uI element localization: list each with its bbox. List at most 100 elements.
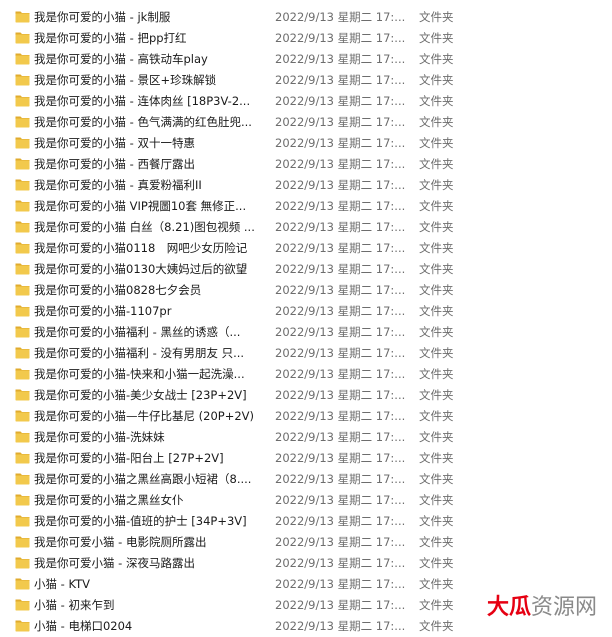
- file-row[interactable]: 我是你可爱的小猫-洗妹妹 2022/9/13 星期二 17:... 文件夹: [0, 427, 612, 448]
- file-name[interactable]: 我是你可爱的小猫0828七夕会员: [34, 282, 266, 298]
- file-modified-date: 2022/9/13 星期二 17:...: [275, 556, 405, 570]
- folder-icon: [15, 473, 30, 485]
- file-name[interactable]: 我是你可爱的小猫0118 网吧少女历险记: [34, 240, 266, 256]
- file-name[interactable]: 我是你可爱的小猫 - jk制服: [34, 9, 266, 25]
- file-modified-date: 2022/9/13 星期二 17:...: [275, 367, 405, 381]
- file-row[interactable]: 我是你可爱小猫 - 电影院厕所露出 2022/9/13 星期二 17:... 文件夹: [0, 532, 612, 553]
- file-name[interactable]: 我是你可爱的小猫 - 双十一特惠: [34, 135, 266, 151]
- file-name[interactable]: 我是你可爱的小猫之黑丝高跟小短裙（8....: [34, 471, 266, 487]
- file-type: 文件夹: [419, 178, 454, 192]
- file-row[interactable]: 我是你可爱的小猫 VIP視圖10套 無修正... 2022/9/13 星期二 17…: [0, 196, 612, 217]
- file-type: 文件夹: [419, 598, 454, 612]
- folder-icon: [15, 74, 30, 86]
- folder-icon: [15, 179, 30, 191]
- file-name[interactable]: 我是你可爱的小猫-1107pr: [34, 303, 266, 319]
- file-name[interactable]: 我是你可爱的小猫福利 - 没有男朋友 只...: [34, 345, 266, 361]
- folder-icon: [15, 242, 30, 254]
- file-row[interactable]: 我是你可爱的小猫 - 真爱粉福利II 2022/9/13 星期二 17:... 文件…: [0, 175, 612, 196]
- file-row[interactable]: 我是你可爱的小猫 - 把pp打红 2022/9/13 星期二 17:... 文件夹: [0, 28, 612, 49]
- file-row[interactable]: 我是你可爱的小猫福利 - 没有男朋友 只... 2022/9/13 星期二 17:…: [0, 343, 612, 364]
- file-row[interactable]: 我是你可爱的小猫 - jk制服 2022/9/13 星期二 17:... 文件夹: [0, 7, 612, 28]
- file-name[interactable]: 小猫 - KTV: [34, 576, 266, 592]
- folder-icon: [15, 578, 30, 590]
- file-modified-date: 2022/9/13 星期二 17:...: [275, 535, 405, 549]
- file-modified-date: 2022/9/13 星期二 17:...: [275, 472, 405, 486]
- folder-icon: [15, 389, 30, 401]
- file-row[interactable]: 我是你可爱的小猫—牛仔比基尼 (20P+2V) 2022/9/13 星期二 17:…: [0, 406, 612, 427]
- file-name[interactable]: 我是你可爱的小猫之黑丝女仆: [34, 492, 266, 508]
- file-row[interactable]: 我是你可爱小猫 - 深夜马路露出 2022/9/13 星期二 17:... 文件夹: [0, 553, 612, 574]
- folder-icon: [15, 95, 30, 107]
- file-modified-date: 2022/9/13 星期二 17:...: [275, 94, 405, 108]
- folder-icon: [15, 557, 30, 569]
- file-row[interactable]: 我是你可爱的小猫-阳台上 [27P+2V] 2022/9/13 星期二 17:..…: [0, 448, 612, 469]
- file-name[interactable]: 我是你可爱小猫 - 电影院厕所露出: [34, 534, 266, 550]
- folder-icon: [15, 431, 30, 443]
- file-row[interactable]: 我是你可爱的小猫 - 双十一特惠 2022/9/13 星期二 17:... 文件夹: [0, 133, 612, 154]
- file-type: 文件夹: [419, 472, 454, 486]
- file-name[interactable]: 我是你可爱的小猫-美少女战士 [23P+2V]: [34, 387, 266, 403]
- file-row[interactable]: 我是你可爱的小猫0828七夕会员 2022/9/13 星期二 17:... 文件夹: [0, 280, 612, 301]
- file-modified-date: 2022/9/13 星期二 17:...: [275, 157, 405, 171]
- file-row[interactable]: 我是你可爱的小猫之黑丝高跟小短裙（8.... 2022/9/13 星期二 17:.…: [0, 469, 612, 490]
- file-type: 文件夹: [419, 136, 454, 150]
- file-modified-date: 2022/9/13 星期二 17:...: [275, 325, 405, 339]
- file-row[interactable]: 我是你可爱的小猫-1107pr 2022/9/13 星期二 17:... 文件夹: [0, 301, 612, 322]
- file-modified-date: 2022/9/13 星期二 17:...: [275, 136, 405, 150]
- file-type: 文件夹: [419, 409, 454, 423]
- folder-icon: [15, 116, 30, 128]
- file-row[interactable]: 我是你可爱的小猫之黑丝女仆 2022/9/13 星期二 17:... 文件夹: [0, 490, 612, 511]
- file-name[interactable]: 我是你可爱小猫 - 深夜马路露出: [34, 555, 266, 571]
- file-row[interactable]: 小猫 - KTV 2022/9/13 星期二 17:... 文件夹: [0, 574, 612, 595]
- folder-icon: [15, 515, 30, 527]
- file-name[interactable]: 我是你可爱的小猫 VIP視圖10套 無修正...: [34, 198, 266, 214]
- file-row[interactable]: 我是你可爱的小猫 - 景区+珍珠解锁 2022/9/13 星期二 17:... 文件…: [0, 70, 612, 91]
- file-name[interactable]: 我是你可爱的小猫 - 连体肉丝 [18P3V-2...: [34, 93, 266, 109]
- file-modified-date: 2022/9/13 星期二 17:...: [275, 241, 405, 255]
- file-name[interactable]: 我是你可爱的小猫 - 色气满满的红色肚兜...: [34, 114, 266, 130]
- file-modified-date: 2022/9/13 星期二 17:...: [275, 346, 405, 360]
- file-row[interactable]: 我是你可爱的小猫-美少女战士 [23P+2V] 2022/9/13 星期二 17:…: [0, 385, 612, 406]
- file-name[interactable]: 我是你可爱的小猫 - 西餐厅露出: [34, 156, 266, 172]
- file-modified-date: 2022/9/13 星期二 17:...: [275, 409, 405, 423]
- file-modified-date: 2022/9/13 星期二 17:...: [275, 493, 405, 507]
- file-row[interactable]: 我是你可爱的小猫 - 连体肉丝 [18P3V-2... 2022/9/13 星期二…: [0, 91, 612, 112]
- file-modified-date: 2022/9/13 星期二 17:...: [275, 178, 405, 192]
- file-name[interactable]: 我是你可爱的小猫 - 高铁动车play: [34, 51, 266, 67]
- file-type: 文件夹: [419, 451, 454, 465]
- file-row[interactable]: 我是你可爱的小猫-值班的护士 [34P+3V] 2022/9/13 星期二 17:…: [0, 511, 612, 532]
- folder-icon: [15, 368, 30, 380]
- file-modified-date: 2022/9/13 星期二 17:...: [275, 31, 405, 45]
- file-row[interactable]: 我是你可爱的小猫 - 高铁动车play 2022/9/13 星期二 17:... 文…: [0, 49, 612, 70]
- file-name[interactable]: 我是你可爱的小猫-洗妹妹: [34, 429, 266, 445]
- file-row[interactable]: 我是你可爱的小猫 - 西餐厅露出 2022/9/13 星期二 17:... 文件夹: [0, 154, 612, 175]
- file-name[interactable]: 小猫 - 电梯口0204: [34, 618, 266, 634]
- file-name[interactable]: 我是你可爱的小猫0130大姨妈过后的欲望: [34, 261, 266, 277]
- file-row[interactable]: 我是你可爱的小猫-快来和小猫一起洗澡... 2022/9/13 星期二 17:..…: [0, 364, 612, 385]
- file-type: 文件夹: [419, 493, 454, 507]
- file-row[interactable]: 我是你可爱的小猫 白丝（8.21)图包视频 ... 2022/9/13 星期二 1…: [0, 217, 612, 238]
- file-type: 文件夹: [419, 52, 454, 66]
- file-row[interactable]: 我是你可爱的小猫 - 色气满满的红色肚兜... 2022/9/13 星期二 17:…: [0, 112, 612, 133]
- file-name[interactable]: 我是你可爱的小猫-阳台上 [27P+2V]: [34, 450, 266, 466]
- file-modified-date: 2022/9/13 星期二 17:...: [275, 115, 405, 129]
- file-type: 文件夹: [419, 325, 454, 339]
- file-type: 文件夹: [419, 262, 454, 276]
- file-name[interactable]: 我是你可爱的小猫 - 真爱粉福利II: [34, 177, 266, 193]
- file-row[interactable]: 我是你可爱的小猫0118 网吧少女历险记 2022/9/13 星期二 17:...…: [0, 238, 612, 259]
- file-name[interactable]: 我是你可爱的小猫-值班的护士 [34P+3V]: [34, 513, 266, 529]
- file-name[interactable]: 我是你可爱的小猫 白丝（8.21)图包视频 ...: [34, 219, 266, 235]
- file-name[interactable]: 我是你可爱的小猫—牛仔比基尼 (20P+2V): [34, 408, 266, 424]
- file-name[interactable]: 我是你可爱的小猫福利 - 黑丝的诱惑（...: [34, 324, 266, 340]
- file-type: 文件夹: [419, 31, 454, 45]
- file-name[interactable]: 我是你可爱的小猫 - 景区+珍珠解锁: [34, 72, 266, 88]
- file-row[interactable]: 我是你可爱的小猫福利 - 黑丝的诱惑（... 2022/9/13 星期二 17:.…: [0, 322, 612, 343]
- file-modified-date: 2022/9/13 星期二 17:...: [275, 52, 405, 66]
- file-type: 文件夹: [419, 220, 454, 234]
- file-name[interactable]: 我是你可爱的小猫-快来和小猫一起洗澡...: [34, 366, 266, 382]
- file-list: 我是你可爱的小猫 - jk制服 2022/9/13 星期二 17:... 文件夹 我是…: [0, 7, 612, 637]
- file-name[interactable]: 我是你可爱的小猫 - 把pp打红: [34, 30, 266, 46]
- file-name[interactable]: 小猫 - 初来乍到: [34, 597, 266, 613]
- watermark-part2: 资源网: [531, 595, 598, 620]
- file-row[interactable]: 我是你可爱的小猫0130大姨妈过后的欲望 2022/9/13 星期二 17:...…: [0, 259, 612, 280]
